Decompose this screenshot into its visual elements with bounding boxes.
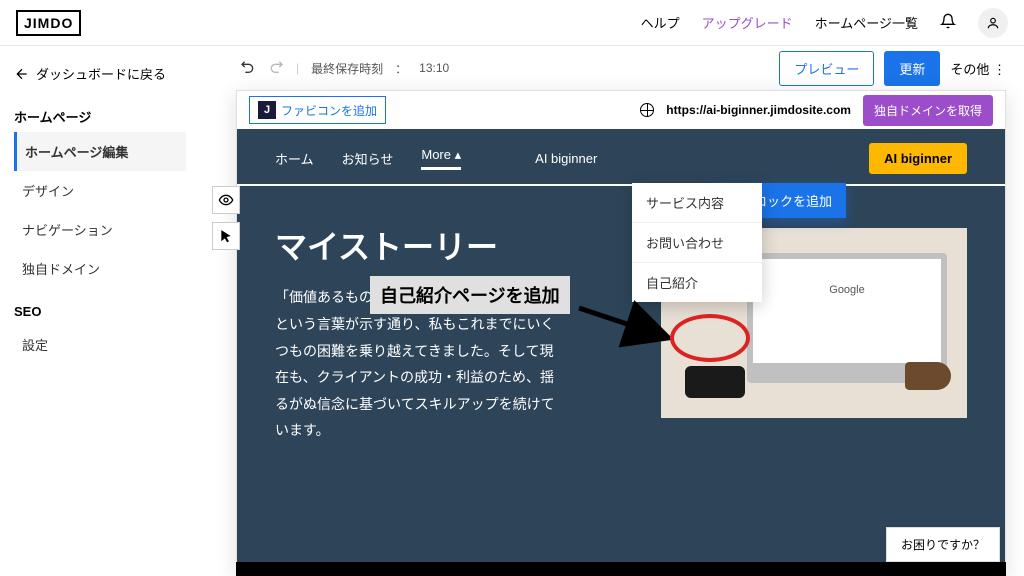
other-menu[interactable]: その他 ⋮ bbox=[950, 59, 1006, 78]
sidebar-section-seo: SEO bbox=[14, 304, 186, 319]
cursor-tool[interactable] bbox=[212, 222, 240, 250]
j-badge-icon: J bbox=[258, 101, 276, 119]
globe-icon bbox=[640, 103, 654, 117]
sidebar-item-navigation[interactable]: ナビゲーション bbox=[14, 210, 186, 249]
redo-icon[interactable] bbox=[268, 59, 284, 78]
visibility-tool[interactable] bbox=[212, 186, 240, 214]
cta-button[interactable]: AI biginner bbox=[869, 143, 967, 174]
undo-icon[interactable] bbox=[240, 59, 256, 78]
chevron-up-icon: ▴ bbox=[455, 147, 462, 162]
more-dropdown: サービス内容 お問い合わせ 自己紹介 bbox=[632, 183, 762, 302]
update-button[interactable]: 更新 bbox=[884, 51, 940, 86]
back-label: ダッシュボードに戻る bbox=[36, 64, 166, 83]
nav-divider bbox=[237, 184, 1005, 186]
help-link[interactable]: ヘルプ bbox=[641, 13, 680, 32]
bottom-bar bbox=[236, 562, 1006, 576]
account-icon[interactable] bbox=[978, 8, 1008, 38]
sidebar-item-edit[interactable]: ホームページ編集 bbox=[14, 132, 186, 171]
sidebar-item-settings[interactable]: 設定 bbox=[14, 325, 186, 364]
nav-home[interactable]: ホーム bbox=[275, 149, 314, 168]
annotation-label: 自己紹介ページを追加 bbox=[370, 276, 570, 314]
add-favicon-button[interactable]: J ファビコンを追加 bbox=[249, 96, 386, 124]
sidebar-item-design[interactable]: デザイン bbox=[14, 171, 186, 210]
last-saved-time: 13:10 bbox=[419, 61, 449, 75]
homepage-list-link[interactable]: ホームページ一覧 bbox=[815, 13, 918, 32]
bell-icon[interactable] bbox=[940, 13, 956, 32]
help-bubble[interactable]: お困りですか？ bbox=[886, 527, 1000, 562]
annotation-arrow bbox=[575, 298, 685, 350]
hero-title[interactable]: マイストーリー bbox=[275, 228, 565, 266]
nav-news[interactable]: お知らせ bbox=[342, 149, 394, 168]
site-url[interactable]: https://ai-biginner.jimdosite.com bbox=[666, 103, 851, 117]
upgrade-link[interactable]: アップグレード bbox=[702, 13, 793, 32]
preview-button[interactable]: プレビュー bbox=[779, 51, 874, 86]
sidebar-section-homepage: ホームページ bbox=[14, 107, 186, 126]
dd-contact[interactable]: お問い合わせ bbox=[632, 223, 762, 263]
annotation-circle bbox=[670, 314, 750, 362]
get-domain-button[interactable]: 独自ドメインを取得 bbox=[863, 95, 993, 126]
logo: JIMDO bbox=[16, 10, 81, 36]
dd-profile[interactable]: 自己紹介 bbox=[632, 263, 762, 302]
last-saved-label: 最終保存時刻 bbox=[311, 60, 383, 77]
nav-ai[interactable]: AI biginner bbox=[535, 151, 597, 166]
sidebar-item-domain[interactable]: 独自ドメイン bbox=[14, 249, 186, 288]
dd-service[interactable]: サービス内容 bbox=[632, 183, 762, 223]
nav-more[interactable]: More ▴ bbox=[421, 147, 461, 170]
back-to-dashboard[interactable]: ダッシュボードに戻る bbox=[14, 64, 186, 83]
